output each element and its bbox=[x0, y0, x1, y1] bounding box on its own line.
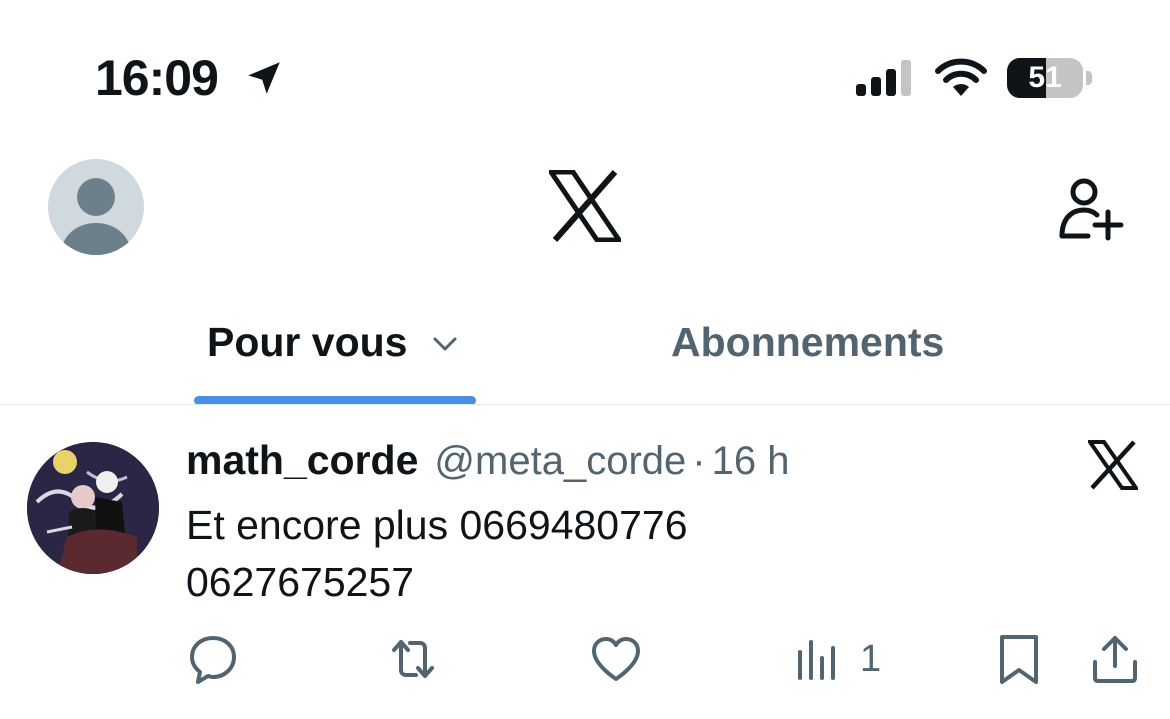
battery-cap bbox=[1086, 71, 1092, 85]
author-avatar-image bbox=[27, 442, 159, 574]
battery-body: 51 bbox=[1007, 58, 1083, 98]
chevron-down-icon[interactable] bbox=[429, 328, 461, 360]
share-icon bbox=[1093, 636, 1137, 683]
follow-user-icon[interactable] bbox=[1058, 176, 1124, 242]
bookmark-button[interactable] bbox=[992, 632, 1046, 686]
battery-icon: 51 bbox=[1007, 58, 1093, 98]
like-button[interactable] bbox=[589, 632, 643, 686]
tweet-text: Et encore plus 0669480776 0627675257 bbox=[186, 502, 688, 605]
retweet-icon bbox=[392, 640, 434, 678]
x-logo-icon bbox=[1088, 440, 1138, 490]
retweet-button[interactable] bbox=[386, 632, 440, 686]
tab-for-you[interactable]: Pour vous bbox=[207, 312, 461, 372]
views-icon bbox=[798, 640, 835, 680]
battery-level: 51 bbox=[1028, 61, 1062, 94]
reply-button[interactable] bbox=[186, 632, 240, 686]
location-arrow-icon bbox=[248, 62, 280, 94]
bookmark-icon bbox=[1000, 635, 1038, 684]
reply-icon bbox=[190, 636, 236, 684]
tab-for-you-label: Pour vous bbox=[207, 319, 408, 365]
views-count: 1 bbox=[860, 637, 882, 680]
profile-avatar-button[interactable] bbox=[48, 159, 144, 255]
tab-following[interactable]: Abonnements bbox=[671, 312, 944, 372]
cellular-signal-icon bbox=[856, 60, 911, 96]
like-icon bbox=[592, 637, 640, 681]
separator-dot: · bbox=[692, 439, 706, 483]
share-button[interactable] bbox=[1088, 632, 1142, 686]
author-name[interactable]: math_corde bbox=[186, 437, 418, 484]
tweet-header: math_corde @meta_corde · 16 h bbox=[186, 437, 789, 489]
x-logo-icon[interactable] bbox=[549, 170, 621, 242]
status-time: 16:09 bbox=[95, 50, 219, 106]
author-avatar[interactable] bbox=[27, 442, 159, 574]
tweet-time[interactable]: 16 h bbox=[712, 439, 790, 484]
views-button[interactable]: 1 bbox=[794, 632, 881, 686]
screen: 16:09 51 Pour vous Abonnements math_cord… bbox=[0, 0, 1170, 719]
profile-avatar-icon bbox=[62, 178, 130, 255]
wifi-icon bbox=[935, 58, 987, 96]
author-handle[interactable]: @meta_corde bbox=[434, 439, 686, 484]
divider bbox=[0, 404, 1170, 405]
